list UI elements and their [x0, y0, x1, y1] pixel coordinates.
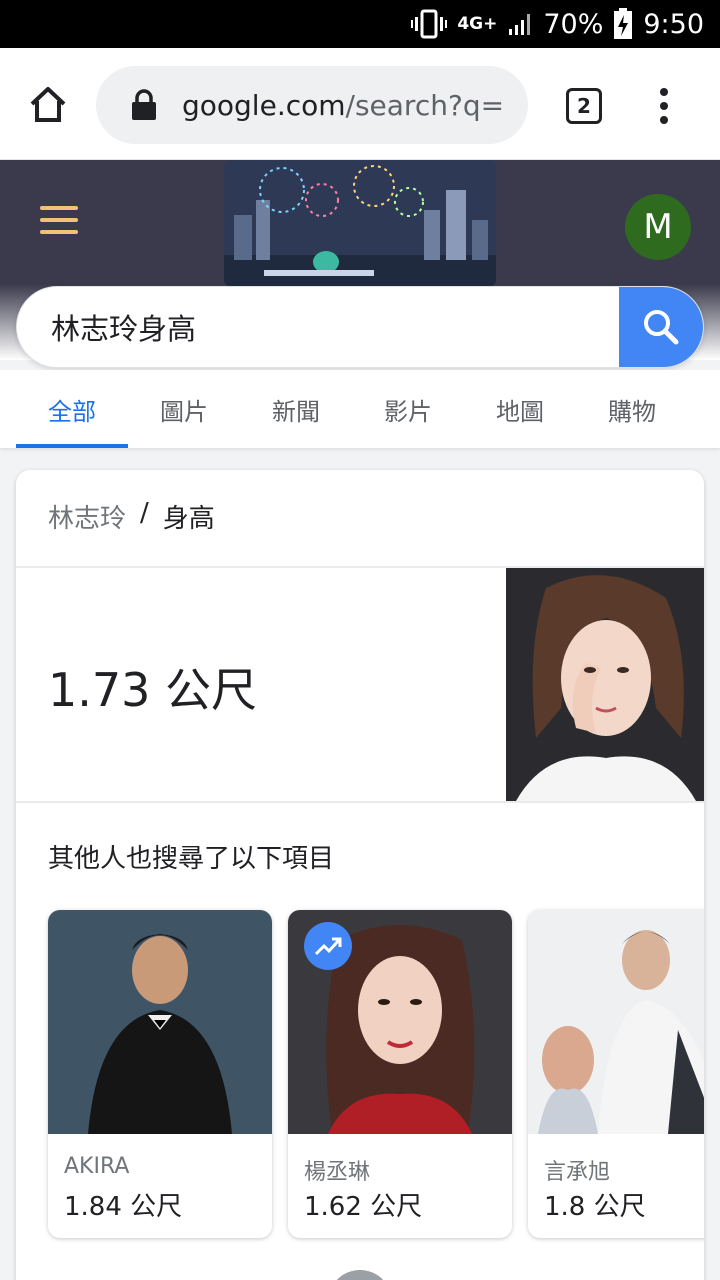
tab-maps[interactable]: 地圖	[464, 370, 576, 448]
subject-photo[interactable]	[506, 568, 704, 801]
battery-charging-icon	[613, 8, 633, 40]
status-icons: 4G+ 70% 9:50	[411, 0, 704, 48]
browser-toolbar: google.com/search?q= 2	[0, 48, 720, 160]
home-button[interactable]	[26, 82, 70, 126]
status-bar: 4G+ 70% 9:50	[0, 0, 720, 48]
google-doodle[interactable]	[224, 160, 496, 286]
hamburger-menu-button[interactable]	[40, 206, 78, 234]
person-height: 1.84 公尺	[64, 1192, 183, 1222]
person-photo	[528, 910, 704, 1134]
search-input[interactable]: 林志玲身高	[51, 287, 196, 367]
expand-more-button[interactable]	[328, 1270, 392, 1280]
trending-icon	[304, 922, 352, 970]
people-also-search-heading: 其他人也搜尋了以下項目	[48, 844, 335, 874]
person-name: 楊丞琳	[304, 1160, 371, 1185]
address-bar[interactable]: google.com/search?q=	[96, 66, 528, 144]
person-name: AKIRA	[64, 1154, 130, 1179]
person-height: 1.62 公尺	[304, 1192, 423, 1222]
battery-percentage: 70%	[543, 8, 604, 40]
breadcrumb-subject[interactable]: 林志玲	[48, 498, 126, 535]
person-name: 言承旭	[544, 1160, 611, 1185]
clock: 9:50	[643, 8, 704, 40]
tab-news[interactable]: 新聞	[240, 370, 352, 448]
url-path: /search?q=	[345, 88, 505, 122]
search-button[interactable]	[619, 287, 703, 367]
tab-videos[interactable]: 影片	[352, 370, 464, 448]
url-host: google.com	[182, 88, 346, 122]
signal-icon	[507, 11, 533, 37]
vibrate-icon	[411, 9, 448, 39]
lock-icon	[132, 89, 156, 120]
person-height: 1.8 公尺	[544, 1192, 646, 1222]
divider	[16, 801, 704, 803]
tab-switcher-button[interactable]: 2	[566, 88, 602, 124]
related-person-card[interactable]: AKIRA 1.84 公尺	[48, 910, 272, 1238]
tab-images[interactable]: 圖片	[128, 370, 240, 448]
search-box: 林志玲身高	[16, 286, 704, 368]
person-photo	[48, 910, 272, 1134]
home-icon	[30, 87, 66, 122]
search-tabs: 全部 圖片 新聞 影片 地圖 購物	[0, 370, 720, 448]
breadcrumb: 林志玲 / 身高	[48, 498, 215, 535]
search-icon	[644, 310, 679, 345]
answer-value: 1.73 公尺	[48, 663, 258, 717]
network-type-label: 4G+	[457, 14, 498, 34]
account-avatar[interactable]: M	[625, 194, 691, 260]
more-vert-icon	[660, 88, 668, 124]
breadcrumb-separator: /	[140, 498, 149, 528]
breadcrumb-attribute: 身高	[162, 504, 215, 534]
related-person-card[interactable]: 言承旭 1.8 公尺	[528, 910, 704, 1238]
related-person-card[interactable]: 楊丞琳 1.62 公尺	[288, 910, 512, 1238]
tab-shopping[interactable]: 購物	[576, 370, 688, 448]
answer-card: 林志玲 / 身高 1.73 公尺 其他人也搜尋了以下項目 AKIRA 1.84 …	[16, 470, 704, 1280]
overflow-menu-button[interactable]	[652, 86, 676, 126]
tab-all[interactable]: 全部	[16, 370, 128, 448]
